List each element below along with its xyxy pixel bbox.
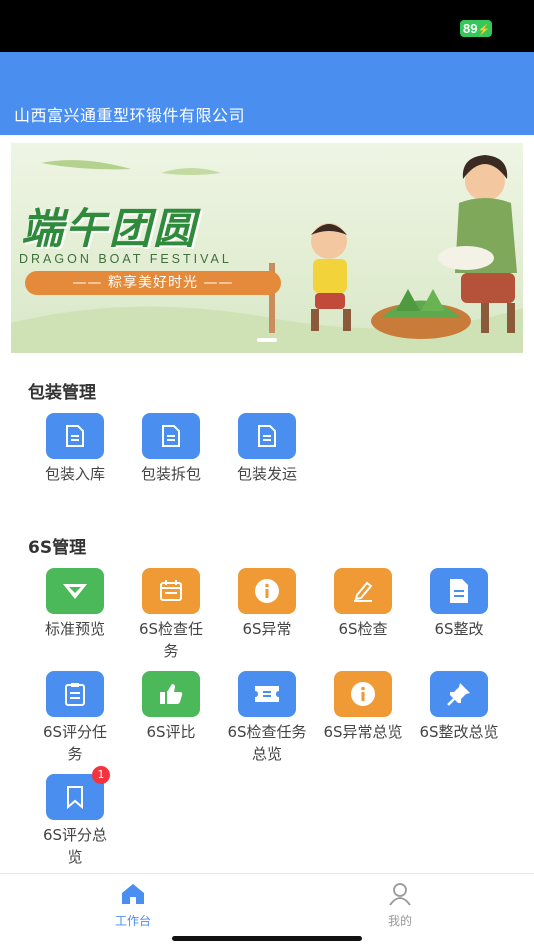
6s-exception-overview-button[interactable]: 6S异常总览 bbox=[315, 671, 411, 743]
banner-carousel[interactable]: 端午团圆 DRAGON BOAT FESTIVAL —— 粽享美好时光 —— bbox=[11, 143, 523, 353]
standard-preview-button[interactable]: 标准预览 bbox=[27, 568, 123, 640]
status-bar: 89⚡ bbox=[0, 0, 534, 52]
home-icon bbox=[122, 884, 144, 904]
packaging-unpack-button[interactable]: 包装拆包 bbox=[123, 413, 219, 485]
6s-scoring-task-button[interactable]: 6S评分任务 bbox=[27, 671, 123, 765]
item-label: 6S整改总览 bbox=[419, 723, 499, 741]
6s-rectification-overview-button[interactable]: 6S整改总览 bbox=[411, 671, 507, 743]
item-label: 6S评比 bbox=[146, 723, 196, 741]
item-label: 6S检查任务总览 bbox=[227, 723, 307, 763]
6s-exception-button[interactable]: 6S异常 bbox=[219, 568, 315, 640]
tab-workbench[interactable]: 工作台 bbox=[88, 882, 178, 929]
item-label: 6S评分总览 bbox=[42, 826, 108, 866]
item-label: 6S评分任务 bbox=[42, 723, 108, 763]
document-icon bbox=[46, 413, 104, 459]
carousel-indicator bbox=[257, 338, 277, 342]
clipboard-icon bbox=[46, 671, 104, 717]
item-label: 标准预览 bbox=[44, 620, 105, 638]
6s-scoring-overview-button[interactable]: 1 6S评分总览 bbox=[27, 766, 123, 868]
edit-icon bbox=[334, 568, 392, 614]
6s-inspection-task-button[interactable]: 6S检查任务 bbox=[123, 568, 219, 662]
calendar-icon bbox=[142, 568, 200, 614]
packaging-shipping-button[interactable]: 包装发运 bbox=[219, 413, 315, 485]
banner-title: 端午团圆 bbox=[21, 204, 198, 253]
6s-inspection-button[interactable]: 6S检查 bbox=[315, 568, 411, 640]
item-label: 6S异常总览 bbox=[323, 723, 403, 741]
document-icon bbox=[142, 413, 200, 459]
6s-inspection-task-overview-button[interactable]: 6S检查任务总览 bbox=[219, 671, 315, 765]
item-label: 包装拆包 bbox=[140, 465, 201, 483]
item-label: 6S整改 bbox=[434, 620, 484, 638]
packaging-inbound-button[interactable]: 包装入库 bbox=[27, 413, 123, 485]
tab-label: 我的 bbox=[387, 914, 412, 928]
tab-profile[interactable]: 我的 bbox=[355, 882, 445, 929]
section-title-6s: 6S管理 bbox=[28, 538, 87, 558]
6s-rectification-button[interactable]: 6S整改 bbox=[411, 568, 507, 640]
pin-icon bbox=[430, 671, 488, 717]
battery-indicator: 89⚡ bbox=[460, 20, 492, 37]
item-label: 6S检查任务 bbox=[138, 620, 204, 660]
banner-subtitle: DRAGON BOAT FESTIVAL bbox=[19, 252, 232, 266]
page-title: 山西富兴通重型环锻件有限公司 bbox=[14, 106, 246, 125]
thumbs-up-icon bbox=[142, 671, 200, 717]
file-icon bbox=[430, 568, 488, 614]
user-icon bbox=[389, 883, 411, 906]
info-icon bbox=[238, 568, 296, 614]
6s-rating-button[interactable]: 6S评比 bbox=[123, 671, 219, 743]
diamond-icon bbox=[46, 568, 104, 614]
item-label: 6S检查 bbox=[338, 620, 388, 638]
item-label: 6S异常 bbox=[242, 620, 292, 638]
home-indicator bbox=[172, 936, 362, 941]
tab-label: 工作台 bbox=[114, 914, 151, 928]
item-label: 包装发运 bbox=[236, 465, 297, 483]
notification-badge: 1 bbox=[92, 766, 110, 784]
item-label: 包装入库 bbox=[44, 465, 105, 483]
app-header: 山西富兴通重型环锻件有限公司 bbox=[0, 52, 534, 135]
banner-slogan: —— 粽享美好时光 —— bbox=[25, 271, 281, 295]
section-title-packaging: 包装管理 bbox=[28, 383, 96, 403]
document-icon bbox=[238, 413, 296, 459]
info-icon bbox=[334, 671, 392, 717]
ticket-icon bbox=[238, 671, 296, 717]
bookmark-icon: 1 bbox=[46, 766, 110, 820]
